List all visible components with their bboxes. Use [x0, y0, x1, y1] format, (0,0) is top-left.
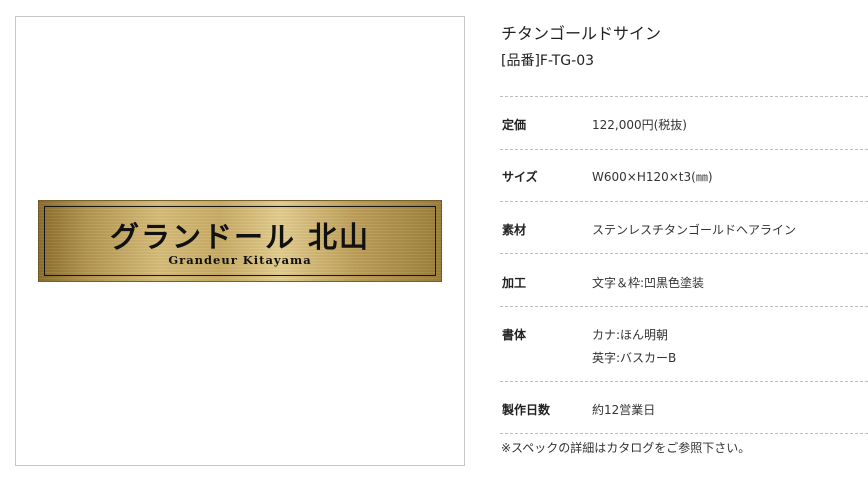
spec-value-price: 122,000円(税抜)	[592, 118, 687, 132]
catalog-note: ※スペックの詳細はカタログをご参照下さい。	[501, 441, 751, 455]
product-name: チタンゴールドサイン	[501, 24, 662, 43]
spec-label-font: 書体	[502, 328, 527, 342]
spec-label-price: 定価	[502, 118, 527, 132]
spec-value-processing: 文字＆枠:凹黒色塗装	[592, 276, 705, 290]
divider	[500, 96, 868, 97]
plate-subtitle: Grandeur Kitayama	[168, 253, 312, 267]
spec-label-size: サイズ	[502, 170, 538, 184]
divider	[500, 433, 868, 434]
divider	[500, 253, 868, 254]
divider	[500, 306, 868, 307]
spec-label-material: 素材	[502, 223, 527, 237]
spec-value-size: W600×H120×t3(㎜)	[592, 170, 713, 184]
plate-title: グランドール 北山	[109, 220, 371, 254]
spec-value-font-english: 英字:バスカーB	[592, 351, 677, 365]
spec-label-production-days: 製作日数	[502, 403, 551, 417]
spec-value-material: ステンレスチタンゴールドヘアライン	[592, 223, 797, 237]
titanium-gold-sign-image: グランドール 北山 Grandeur Kitayama	[38, 200, 442, 282]
product-info-panel: チタンゴールドサイン [品番]F-TG-03 定価 122,000円(税抜) サ…	[500, 0, 868, 481]
spec-value-production-days: 約12営業日	[592, 403, 656, 417]
divider	[500, 201, 868, 202]
product-image-frame: グランドール 北山 Grandeur Kitayama	[15, 16, 465, 466]
product-code: [品番]F-TG-03	[501, 53, 595, 69]
spec-value-font-kana: カナ:ほん明朝	[592, 328, 669, 342]
spec-label-processing: 加工	[502, 276, 527, 290]
divider	[500, 149, 868, 150]
divider	[500, 381, 868, 382]
